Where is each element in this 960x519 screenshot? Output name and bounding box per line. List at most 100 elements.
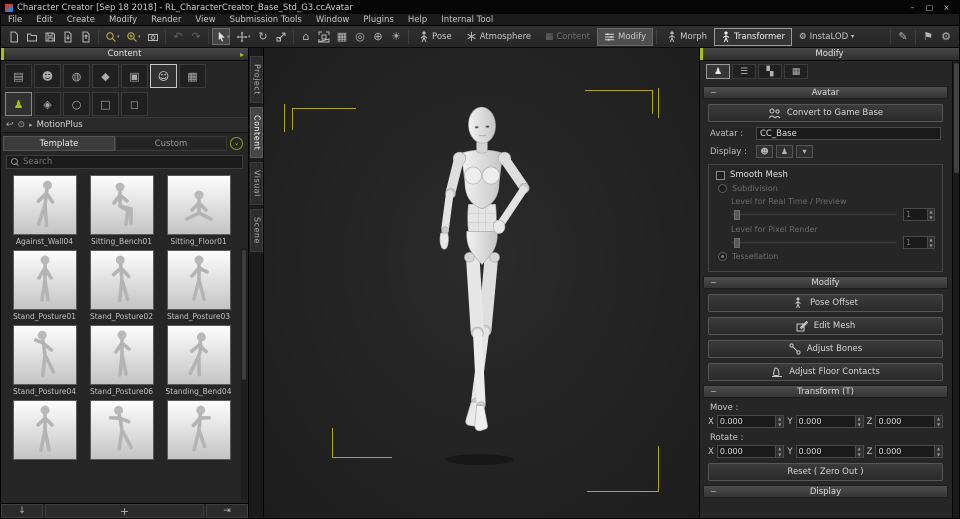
add-content-button[interactable]: + <box>45 504 204 518</box>
pose-thumbnail-image[interactable] <box>166 400 231 460</box>
smooth-mesh-checkbox[interactable] <box>716 170 725 180</box>
menu-view[interactable]: View <box>188 14 222 26</box>
tab-material-icon[interactable]: ▚ <box>758 64 782 79</box>
collapse-icon[interactable]: − <box>710 387 717 396</box>
focus-target-icon[interactable]: ◎ <box>351 28 369 45</box>
section-header-transform[interactable]: − Transform (T) <box>703 385 948 398</box>
adjust-floor-contacts-button[interactable]: Adjust Floor Contacts <box>708 363 943 381</box>
pose-item-standing-bend04[interactable]: Standing_Bend04 <box>161 325 236 396</box>
modify-panel-scrollbar-thumb[interactable] <box>954 63 959 173</box>
pose-thumbnail-image[interactable] <box>166 175 231 235</box>
menu-modify[interactable]: Modify <box>102 14 144 26</box>
pose-item-stand-posture03[interactable]: Stand_Posture03 <box>161 250 236 321</box>
pin-icon[interactable]: ⊙ <box>18 120 26 130</box>
adjust-bones-button[interactable]: Adjust Bones <box>708 340 943 358</box>
level-preview-spinbox[interactable]: ▲▼ <box>903 208 935 221</box>
tab-texture-icon[interactable]: ▦ <box>784 64 808 79</box>
menu-plugins[interactable]: Plugins <box>356 14 400 26</box>
cloth-category-icon[interactable]: ◆ <box>92 64 119 88</box>
minimize-button[interactable]: – <box>904 1 921 14</box>
move-x-spinbox[interactable]: ▲▼ <box>716 415 785 428</box>
modify-panel-header[interactable]: Modify <box>700 48 959 61</box>
frame-view-icon[interactable] <box>315 28 333 45</box>
menu-help[interactable]: Help <box>401 14 434 26</box>
settings-tool-icon[interactable]: ⚙ <box>937 28 955 45</box>
pose-item-row4-2[interactable] <box>84 400 159 471</box>
pose-thumbnail-image[interactable] <box>89 400 154 460</box>
move-z-spinbox[interactable]: ▲▼ <box>875 415 943 428</box>
section-header-avatar[interactable]: − Avatar <box>703 86 948 99</box>
avatar-name-input[interactable] <box>756 127 941 140</box>
move-y-input[interactable] <box>796 416 855 427</box>
pose-item-against-wall04[interactable]: Against_Wall04 <box>7 175 82 246</box>
scene-category-icon[interactable]: ▦ <box>179 64 206 88</box>
undo-icon[interactable]: ↶ <box>169 28 187 45</box>
open-file-icon[interactable] <box>23 28 41 45</box>
hair-category-icon[interactable]: ▣ <box>121 64 148 88</box>
rotate-x-spinbox[interactable]: ▲▼ <box>716 445 785 458</box>
spin-down-icon[interactable]: ▼ <box>935 422 942 428</box>
folder-category-icon[interactable]: ▤ <box>5 64 32 88</box>
search-input[interactable] <box>23 157 238 167</box>
save-icon[interactable] <box>41 28 59 45</box>
side-tab-project[interactable]: Project <box>249 56 263 103</box>
level-render-slider-thumb[interactable] <box>734 238 740 248</box>
pose-item-sitting-floor01[interactable]: Sitting_Floor01 <box>161 175 236 246</box>
pose-item-stand-posture01[interactable]: Stand_Posture01 <box>7 250 82 321</box>
level-preview-value[interactable] <box>904 209 928 220</box>
level-render-slider[interactable] <box>731 238 897 248</box>
face-category-icon[interactable]: □ <box>92 92 119 116</box>
content-scrollbar-thumb[interactable] <box>242 250 246 380</box>
close-button[interactable]: × <box>938 1 955 14</box>
pose-item-row4-1[interactable] <box>7 400 82 471</box>
pose-thumbnail-image[interactable] <box>166 250 231 310</box>
breadcrumb-label[interactable]: MotionPlus <box>37 120 83 130</box>
spin-down-icon[interactable]: ▼ <box>776 452 783 458</box>
collapse-icon[interactable]: − <box>710 487 717 496</box>
pose-thumbnail-image[interactable] <box>12 325 77 385</box>
pose-thumbnail-image[interactable] <box>89 325 154 385</box>
pose-thumbnail-image[interactable] <box>12 250 77 310</box>
morph-category-icon[interactable]: ◻ <box>121 92 148 116</box>
convert-to-game-base-button[interactable]: Convert to Game Base <box>708 104 943 122</box>
rotate-z-input[interactable] <box>876 446 935 457</box>
side-tab-content[interactable]: Content <box>249 106 263 159</box>
spin-down-icon[interactable]: ▼ <box>776 422 783 428</box>
panel-header-arrow-icon[interactable]: ▸ <box>240 48 244 61</box>
pose-button[interactable]: Pose <box>412 28 459 46</box>
collapse-panel-icon[interactable]: ⌄ <box>230 137 243 150</box>
collapse-icon[interactable]: − <box>710 88 717 97</box>
import-icon[interactable] <box>59 28 77 45</box>
material-category-icon[interactable]: ◍ <box>63 64 90 88</box>
actor-category-icon[interactable]: ☻ <box>34 64 61 88</box>
pose-thumbnail-image[interactable] <box>89 175 154 235</box>
home-view-icon[interactable]: ⌂ <box>297 28 315 45</box>
export-icon[interactable] <box>77 28 95 45</box>
section-header-display[interactable]: − Display <box>703 485 948 498</box>
rotate-tool-icon[interactable]: ↻ <box>254 28 272 45</box>
content-panel-header[interactable]: Content ▸ <box>1 48 248 61</box>
subdivision-row[interactable]: Subdivision <box>718 184 935 193</box>
viewport[interactable] <box>264 48 699 518</box>
camera-tool-icon[interactable] <box>144 28 162 45</box>
edit-mesh-button[interactable]: Edit Mesh <box>708 317 943 335</box>
pose-thumbnail-image[interactable] <box>89 250 154 310</box>
instalod-button[interactable]: ⚙ InstaLOD ▾ <box>792 28 861 46</box>
back-icon[interactable]: ↩ <box>6 120 14 130</box>
reset-zero-out-button[interactable]: Reset ( Zero Out ) <box>708 463 943 481</box>
pose-offset-button[interactable]: Pose Offset <box>708 294 943 312</box>
menu-submission-tools[interactable]: Submission Tools <box>223 14 309 26</box>
level-preview-slider-thumb[interactable] <box>734 210 740 220</box>
move-y-spinbox[interactable]: ▲▼ <box>795 415 864 428</box>
display-option-button-2[interactable]: ♟ <box>776 145 793 158</box>
flag-tool-icon[interactable]: ⚑ <box>919 28 937 45</box>
globe-icon[interactable]: ⊕ <box>369 28 387 45</box>
menu-edit[interactable]: Edit <box>29 14 59 26</box>
tab-template[interactable]: Template <box>3 136 115 151</box>
spin-down-icon[interactable]: ▼ <box>856 422 863 428</box>
subdivision-radio[interactable] <box>718 184 727 193</box>
motion-category-icon[interactable]: ◈ <box>34 92 61 116</box>
side-tab-visual[interactable]: Visual <box>249 162 263 206</box>
rotate-y-input[interactable] <box>796 446 855 457</box>
hand-category-icon[interactable]: ○ <box>63 92 90 116</box>
